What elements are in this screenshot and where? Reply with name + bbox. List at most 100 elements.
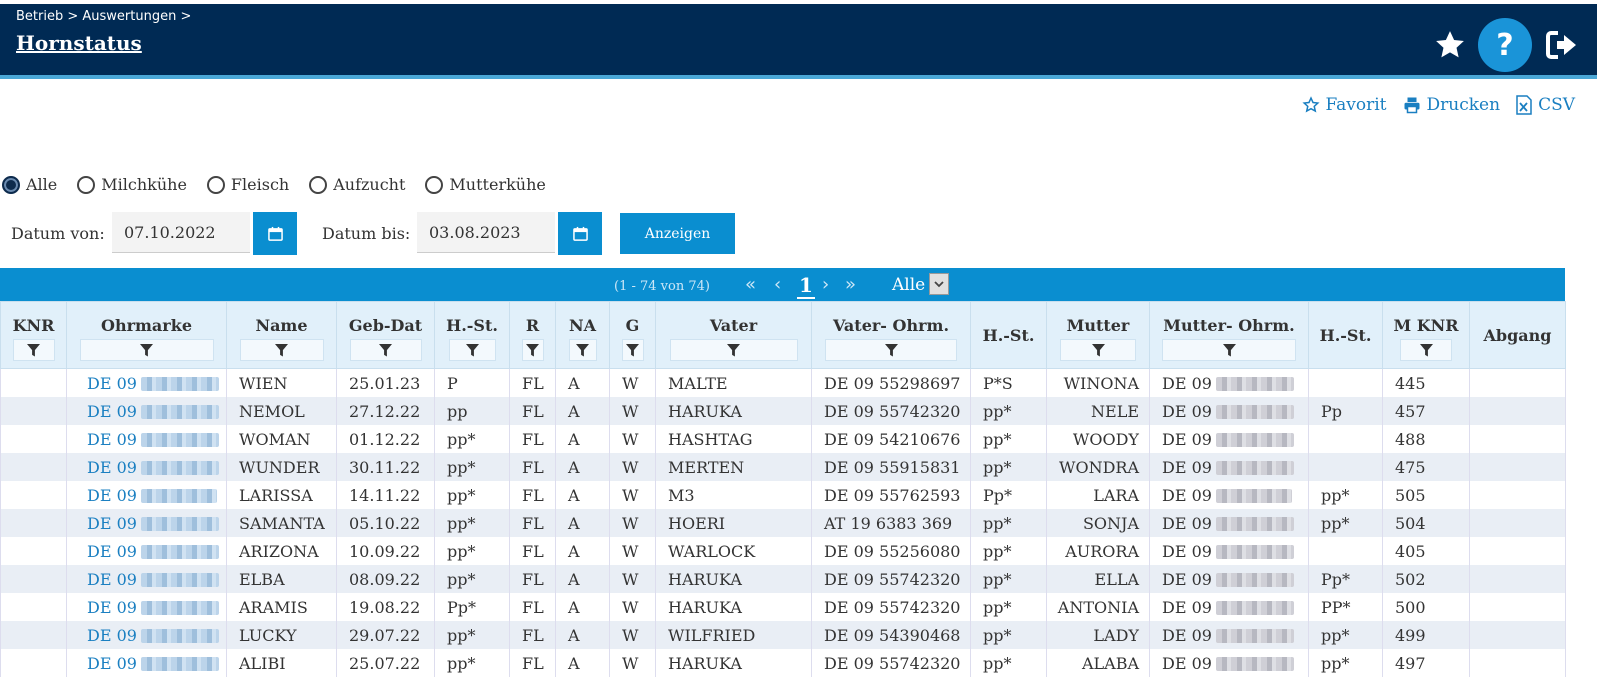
first-page-button[interactable]: « bbox=[745, 274, 756, 295]
abgang-cell bbox=[1469, 621, 1566, 649]
ohrmarke-cell[interactable]: DE 09 bbox=[66, 537, 227, 565]
mutter-cell-text: AURORA bbox=[1065, 541, 1139, 561]
table-row[interactable]: DE 09 ARIZONA 10.09.22 pp* FL A W WARLOCK DE 09 … bbox=[0, 537, 1566, 565]
vater-cell-text: WILFRIED bbox=[668, 625, 756, 645]
table-row[interactable]: DE 09 WOMAN 01.12.22 pp* FL A W HASHTAG DE 09 54… bbox=[0, 425, 1566, 453]
table-row[interactable]: DE 09 LARISSA 14.11.22 pp* FL A W M3 DE 09 55762… bbox=[0, 481, 1566, 509]
datum-bis-input[interactable] bbox=[417, 212, 555, 253]
datum-von-calendar-button[interactable] bbox=[253, 212, 297, 255]
filter-button[interactable] bbox=[825, 339, 957, 361]
column-knr[interactable]: KNR bbox=[0, 301, 67, 369]
datum-von-input[interactable] bbox=[112, 212, 250, 253]
datum-bis-calendar-button[interactable] bbox=[558, 212, 602, 255]
column-vater[interactable]: Vater bbox=[655, 301, 812, 369]
redacted-number bbox=[1215, 657, 1294, 671]
column-mutter-ohrm[interactable]: Mutter- Ohrm. bbox=[1149, 301, 1309, 369]
name-cell: ALIBI bbox=[226, 649, 337, 677]
table-row[interactable]: DE 09 WIEN 25.01.23 P FL A W MALTE DE 09 5529869… bbox=[0, 368, 1566, 397]
hst-cell: pp* bbox=[434, 425, 510, 453]
m-knr-cell-text: 505 bbox=[1395, 485, 1426, 505]
radio-aufzucht[interactable]: Aufzucht bbox=[309, 175, 405, 194]
page-size-value[interactable]: Alle bbox=[892, 275, 925, 295]
g-cell: W bbox=[609, 397, 656, 425]
column-vater-hst[interactable]: H.-St. bbox=[970, 301, 1047, 369]
column-label: Vater- Ohrm. bbox=[832, 316, 950, 335]
table-row[interactable]: DE 09 ELBA 08.09.22 pp* FL A W HARUKA DE 09 5574… bbox=[0, 565, 1566, 593]
radio-label: Alle bbox=[26, 175, 58, 194]
column-vater-ohrm[interactable]: Vater- Ohrm. bbox=[811, 301, 971, 369]
current-page[interactable]: 1 bbox=[797, 273, 815, 299]
filter-button[interactable] bbox=[521, 339, 544, 361]
last-page-button[interactable]: » bbox=[845, 274, 856, 295]
breadcrumb[interactable]: Betrieb > Auswertungen > bbox=[16, 9, 191, 24]
column-hst[interactable]: H.-St. bbox=[434, 301, 510, 369]
table-row[interactable]: DE 09 ARAMIS 19.08.22 Pp* FL A W HARUKA DE 09 55… bbox=[0, 593, 1566, 621]
hst-cell: pp* bbox=[434, 481, 510, 509]
ohrmarke-cell[interactable]: DE 09 bbox=[66, 481, 227, 509]
g-cell: W bbox=[609, 537, 656, 565]
ohrmarke-cell[interactable]: DE 09 bbox=[66, 453, 227, 481]
filter-button[interactable] bbox=[669, 339, 798, 361]
radio-fleisch[interactable]: Fleisch bbox=[206, 175, 289, 194]
ohrmarke-cell[interactable]: DE 09 bbox=[66, 509, 227, 537]
vater-ohrm-cell-text: DE 09 55298697 bbox=[824, 373, 961, 393]
ohrmarke-cell[interactable]: DE 09 bbox=[66, 565, 227, 593]
column-geb-dat[interactable]: Geb-Dat bbox=[336, 301, 435, 369]
column-mutter[interactable]: Mutter bbox=[1046, 301, 1150, 369]
prev-page-button[interactable]: ‹ bbox=[774, 274, 781, 295]
table-row[interactable]: DE 09 NEMOL 27.12.22 pp FL A W HARUKA DE 09 5574… bbox=[0, 397, 1566, 425]
table-row[interactable]: DE 09 SAMANTA 05.10.22 pp* FL A W HOERI AT 19 63… bbox=[0, 509, 1566, 537]
csv-link[interactable]: CSV bbox=[1516, 95, 1575, 115]
g-cell: W bbox=[609, 481, 656, 509]
column-ohrmarke[interactable]: Ohrmarke bbox=[66, 301, 227, 369]
anzeigen-button[interactable]: Anzeigen bbox=[620, 213, 735, 254]
filter-button[interactable] bbox=[1162, 339, 1296, 361]
column-mutter-hst[interactable]: H.-St. bbox=[1308, 301, 1383, 369]
ohrmarke-cell[interactable]: DE 09 bbox=[66, 621, 227, 649]
hst-cell: pp* bbox=[434, 621, 510, 649]
ohrmarke-cell[interactable]: DE 09 bbox=[66, 368, 227, 397]
table-row[interactable]: DE 09 ALIBI 25.07.22 pp* FL A W HARUKA DE 09 557… bbox=[0, 649, 1566, 677]
ohrmarke-cell[interactable]: DE 09 bbox=[66, 649, 227, 677]
filter-button[interactable] bbox=[1060, 339, 1136, 361]
name-cell: LUCKY bbox=[226, 621, 337, 649]
column-na[interactable]: NA bbox=[555, 301, 610, 369]
table-row[interactable]: DE 09 WUNDER 30.11.22 pp* FL A W MERTEN DE 09 55… bbox=[0, 453, 1566, 481]
column-name[interactable]: Name bbox=[226, 301, 337, 369]
vater-ohrm-cell: DE 09 55762593 bbox=[811, 481, 971, 509]
filter-button[interactable] bbox=[1400, 339, 1452, 361]
radio-mutterkuehe[interactable]: Mutterkühe bbox=[425, 175, 546, 194]
radio-alle[interactable]: Alle bbox=[2, 175, 57, 194]
filter-button[interactable] bbox=[448, 339, 496, 361]
filter-button[interactable] bbox=[239, 339, 324, 361]
drucken-link[interactable]: Drucken bbox=[1403, 95, 1500, 115]
ohrmarke-cell[interactable]: DE 09 bbox=[66, 593, 227, 621]
filter-button[interactable] bbox=[349, 339, 422, 361]
filter-button[interactable] bbox=[12, 339, 55, 361]
ohrmarke-cell[interactable]: DE 09 bbox=[66, 425, 227, 453]
column-m-knr[interactable]: M KNR bbox=[1382, 301, 1470, 369]
mutter-ohrm-cell-text: DE 09 bbox=[1162, 401, 1212, 421]
radio-milchkuehe[interactable]: Milchkühe bbox=[77, 175, 187, 194]
next-page-button[interactable]: › bbox=[822, 274, 829, 295]
na-cell-text: A bbox=[568, 653, 580, 673]
na-cell-text: A bbox=[568, 597, 580, 617]
column-g[interactable]: G bbox=[609, 301, 656, 369]
filter-button[interactable] bbox=[621, 339, 644, 361]
table-row[interactable]: DE 09 LUCKY 29.07.22 pp* FL A W WILFRIED DE 09 5… bbox=[0, 621, 1566, 649]
column-r[interactable]: R bbox=[509, 301, 556, 369]
filter-button[interactable] bbox=[79, 339, 214, 361]
help-icon[interactable]: ? bbox=[1478, 18, 1532, 72]
page-size-dropdown[interactable] bbox=[929, 273, 949, 295]
star-icon[interactable] bbox=[1433, 28, 1467, 62]
favorit-link[interactable]: Favorit bbox=[1301, 95, 1387, 115]
g-cell: W bbox=[609, 593, 656, 621]
logout-icon[interactable] bbox=[1546, 30, 1578, 60]
radio-circle bbox=[206, 175, 225, 194]
datum-bis-label: Datum bis: bbox=[322, 224, 411, 243]
geb-dat-cell-text: 14.11.22 bbox=[349, 485, 421, 505]
ohrmarke-cell[interactable]: DE 09 bbox=[66, 397, 227, 425]
filter-button[interactable] bbox=[568, 339, 597, 361]
column-abgang[interactable]: Abgang bbox=[1469, 301, 1566, 369]
filter-icon bbox=[727, 343, 740, 356]
